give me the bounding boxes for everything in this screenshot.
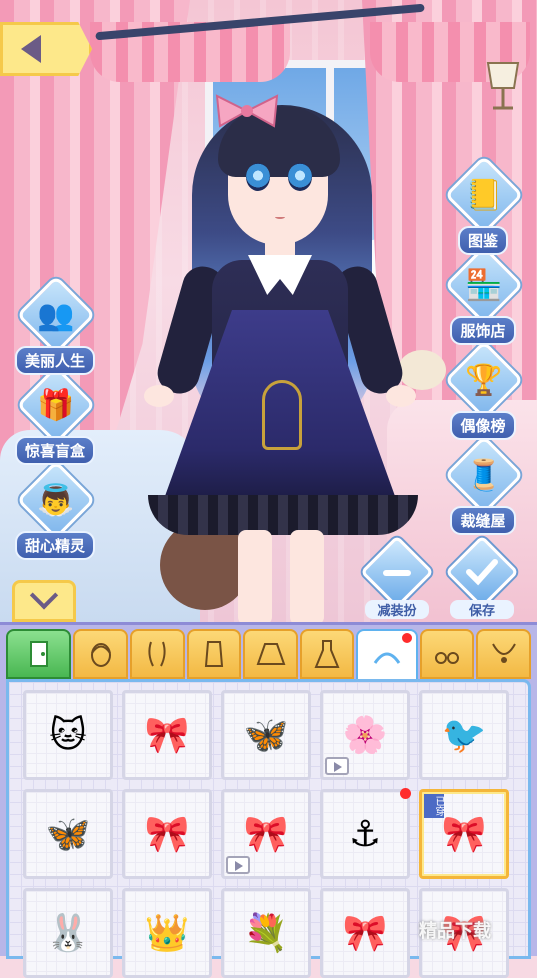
dress-emblem: [262, 380, 302, 450]
menu-label: 惊喜盲盒: [14, 436, 95, 465]
trophy-icon: 🏆: [465, 362, 503, 398]
chevron-down-icon: [29, 581, 59, 610]
swallow-hairpin-icon: 🐦: [441, 715, 487, 756]
video-ad-icon: [325, 757, 349, 775]
pink-bow-icon: [215, 94, 279, 128]
floral-headband-icon: 🌸: [342, 715, 388, 756]
item-bow-crown[interactable]: 👑: [122, 888, 212, 978]
remove-label: 减装扮: [365, 600, 429, 619]
shop-icon: 🏪: [465, 267, 503, 303]
worn-badge: 已穿: [424, 794, 444, 818]
tab-hairstyle[interactable]: [73, 629, 129, 679]
top-icon: [204, 641, 224, 667]
watermark: 精品下载: [419, 910, 529, 950]
bow-crown-icon: 👑: [144, 913, 190, 954]
menu-label: 图鉴: [457, 226, 508, 255]
menu-beautiful-life[interactable]: 👥 美丽人生: [10, 275, 100, 375]
back-arrow-icon: [21, 35, 41, 63]
ribbon-headband-icon: 🎀: [144, 715, 190, 756]
tab-skirt[interactable]: [243, 629, 298, 679]
menu-label: 甜心精灵: [14, 531, 95, 560]
cat-badge-icon: 🐱: [49, 714, 87, 756]
butterfly-clip-icon: 🦋: [243, 715, 289, 756]
menu-tailor-shop[interactable]: 🧵 裁缝屋: [438, 435, 528, 535]
menu-label: 偶像榜: [450, 411, 516, 440]
lilac-bow-icon: 🎀: [144, 814, 190, 855]
item-swallow-hairpin[interactable]: 🐦: [419, 690, 509, 780]
brown-bow-icon: 🎀: [243, 814, 289, 855]
tab-necklace[interactable]: [476, 629, 532, 679]
menu-label: 裁缝屋: [450, 506, 516, 535]
tab-hair[interactable]: [130, 629, 185, 679]
pink-bow-icon: 🎀: [441, 814, 487, 855]
wardrobe-panel: 🐱 🎀 🦋 🌸 🐦 🦋 🎀 🎀 ⚓ 🎀 已穿 🐰 👑 💐 🎀 🎀 精品下载: [0, 622, 537, 978]
item-ribbon-headband[interactable]: 🎀: [122, 690, 212, 780]
item-brown-bow[interactable]: 🎀: [221, 789, 311, 879]
save-label: 保存: [450, 600, 514, 619]
red-bows-icon: 🎀: [342, 913, 388, 954]
heads-icon: 👥: [37, 297, 75, 333]
earrings-icon: [435, 652, 460, 664]
item-bunny-ears[interactable]: 🐰: [23, 888, 113, 978]
headband-icon: [373, 652, 401, 664]
tab-dress[interactable]: [299, 629, 355, 679]
menu-album[interactable]: 📒 图鉴: [438, 155, 528, 255]
face-hair-icon: [90, 643, 111, 667]
item-veil[interactable]: 💐: [221, 888, 311, 978]
back-button[interactable]: [0, 22, 92, 76]
sewing-machine-icon: 🧵: [465, 457, 503, 493]
new-dot: [400, 788, 411, 799]
remove-outfit-button[interactable]: 减装扮: [357, 535, 437, 622]
door-icon: [29, 641, 48, 667]
item-cat-badge[interactable]: 🐱: [23, 690, 113, 780]
save-button[interactable]: 保存: [442, 535, 522, 622]
bunny-ears-icon: 🐰: [45, 913, 91, 954]
angel-icon: 👼: [37, 482, 75, 518]
skirt-icon: [256, 643, 285, 665]
menu-label: 服饰店: [450, 316, 516, 345]
menu-sweetheart-sprite[interactable]: 👼 甜心精灵: [10, 460, 100, 560]
veil-icon: 💐: [243, 913, 289, 954]
collapse-panel-button[interactable]: [12, 580, 76, 622]
menu-label: 美丽人生: [14, 346, 95, 375]
necklace-icon: [491, 643, 516, 663]
checkmark-icon: [466, 559, 498, 586]
dress-icon: [314, 640, 340, 668]
minus-icon: [383, 570, 411, 576]
gift-box-icon: 🎁: [37, 387, 75, 423]
wall-lamp-icon: [486, 62, 520, 110]
tab-earrings[interactable]: [419, 629, 475, 679]
menu-clothing-shop[interactable]: 🏪 服饰店: [438, 245, 528, 345]
menu-idol-ranking[interactable]: 🏆 偶像榜: [438, 340, 528, 440]
new-dot: [401, 633, 412, 643]
item-butterfly-clip[interactable]: 🦋: [221, 690, 311, 780]
tab-top[interactable]: [186, 629, 242, 679]
video-ad-icon: [226, 856, 250, 874]
menu-blind-box[interactable]: 🎁 惊喜盲盒: [10, 365, 100, 465]
butterfly-chain-icon: 🦋: [45, 814, 91, 855]
item-pink-bow[interactable]: 🎀 已穿: [419, 789, 509, 879]
item-lilac-bow[interactable]: 🎀: [122, 789, 212, 879]
sailor-cap-icon: ⚓: [348, 813, 382, 855]
item-red-bows[interactable]: 🎀: [320, 888, 410, 978]
item-floral-headband[interactable]: 🌸: [320, 690, 410, 780]
category-tabs: [6, 629, 532, 681]
item-sailor-cap[interactable]: ⚓: [320, 788, 411, 879]
watermark-text: 精品下载: [419, 921, 491, 942]
album-icon: 📒: [465, 177, 503, 213]
item-butterfly-chain[interactable]: 🦋: [23, 789, 113, 879]
tab-headwear[interactable]: [356, 629, 418, 681]
long-hair-icon: [148, 641, 166, 667]
tab-exit[interactable]: [6, 629, 72, 679]
